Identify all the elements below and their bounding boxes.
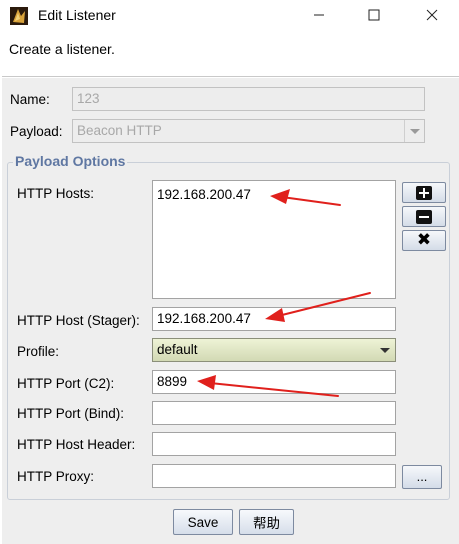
description-text: Create a listener. [9, 41, 115, 57]
remove-host-button[interactable] [402, 206, 446, 227]
proxy-label: HTTP Proxy: [17, 469, 95, 484]
port-c2-field[interactable]: 8899 [152, 370, 396, 394]
port-bind-label: HTTP Port (Bind): [17, 406, 125, 421]
proxy-browse-button[interactable]: ... [402, 465, 442, 489]
profile-label: Profile: [17, 344, 60, 359]
http-hosts-label: HTTP Hosts: [17, 186, 95, 201]
port-c2-label: HTTP Port (C2): [17, 376, 115, 391]
payload-options-title: Payload Options [13, 153, 128, 169]
http-hosts-list[interactable]: 192.168.200.47 [152, 180, 396, 299]
maximize-icon[interactable] [351, 0, 397, 30]
payload-value: Beacon HTTP [77, 123, 162, 138]
host-stager-field[interactable]: 192.168.200.47 [152, 307, 396, 331]
minus-icon [416, 209, 432, 224]
host-header-field[interactable] [152, 432, 396, 456]
help-button[interactable]: 帮助 [239, 509, 294, 535]
profile-value: default [157, 342, 198, 357]
host-stager-label: HTTP Host (Stager): [17, 313, 140, 328]
close-icon[interactable] [409, 0, 455, 30]
chevron-down-icon[interactable] [375, 339, 395, 361]
name-field[interactable]: 123 [72, 87, 425, 111]
title-bar: Edit Listener [0, 0, 459, 32]
host-header-label: HTTP Host Header: [17, 437, 136, 452]
save-button[interactable]: Save [173, 509, 233, 535]
payload-select[interactable]: Beacon HTTP [72, 119, 425, 143]
name-label: Name: [10, 92, 50, 107]
description-panel: Create a listener. [2, 33, 459, 77]
payload-label: Payload: [10, 124, 63, 139]
profile-select[interactable]: default [152, 338, 396, 362]
app-icon [10, 7, 28, 25]
proxy-field[interactable] [152, 464, 396, 488]
plus-icon [416, 185, 432, 200]
port-bind-field[interactable] [152, 401, 396, 425]
clear-hosts-button[interactable]: ✖ [402, 230, 446, 251]
x-icon: ✖ [416, 230, 432, 250]
minimize-icon[interactable] [296, 0, 342, 30]
add-host-button[interactable] [402, 182, 446, 203]
window-title: Edit Listener [38, 7, 116, 23]
chevron-down-icon[interactable] [404, 120, 424, 142]
